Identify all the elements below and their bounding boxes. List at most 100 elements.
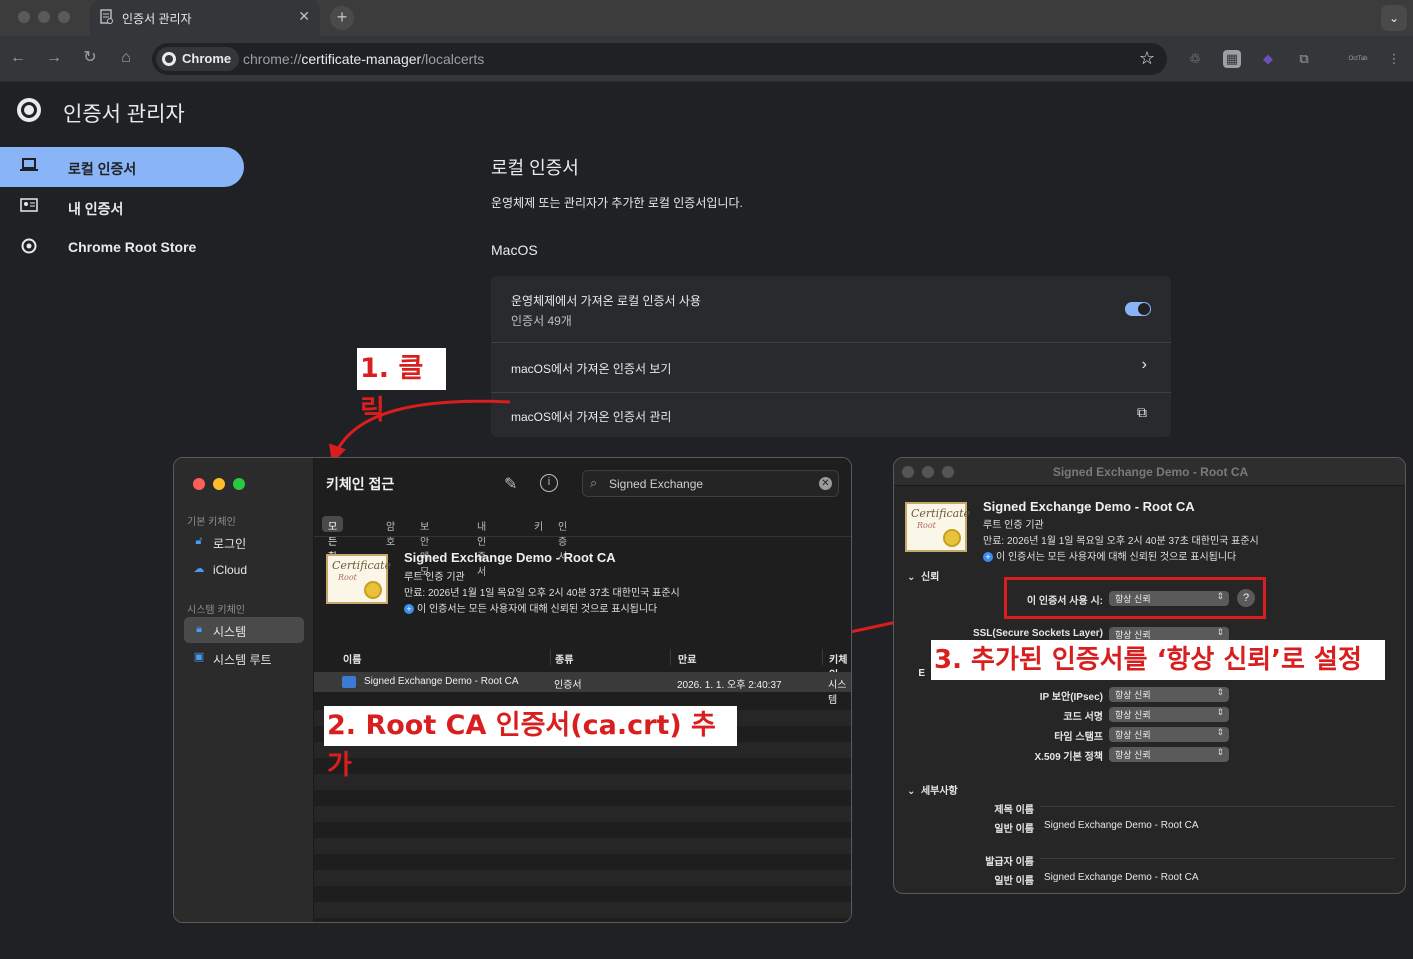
column-separator [670,649,671,665]
reload-icon[interactable]: ↻ [80,48,100,68]
subject-name-label: 제목 이름 [994,805,1034,816]
nav-my-certs[interactable]: 내 인증서 [0,187,244,227]
use-os-certs-row[interactable]: 운영체제에서 가져온 로컬 인증서 사용 인증서 49개 [491,276,1171,342]
keychain-items-table: 이름 종류 만료 키체인 Signed Exchange Demo - Root… [314,646,851,922]
url-text[interactable]: chrome://certificate-manager/localcerts [243,51,484,67]
policy-ipsec-popup[interactable]: 항상 신뢰 ⇕ [1109,687,1229,702]
extension-recycle-icon[interactable]: ♲ [1186,50,1204,68]
nav-chrome-root-store[interactable]: Chrome Root Store [0,227,244,267]
tab-close-icon[interactable]: ✕ [298,8,310,25]
sidebar-item-login[interactable]: 🔓︎ 로그인 [184,529,304,555]
tab-secure-notes[interactable]: 보안 메모 [414,516,435,578]
tab-title: 인증서 관리자 [122,12,192,26]
table-row[interactable]: Signed Exchange Demo - Root CA 인증서 2026.… [314,672,851,706]
detail-cert-expiry: 만료: 2026년 1월 1일 목요일 오후 2시 40분 37초 대한민국 표… [983,536,1259,547]
use-os-certs-toggle[interactable] [1125,302,1151,316]
annotation-step2: 2. Root CA 인증서(ca.crt) 추가 [324,706,737,781]
section-description: 운영체제 또는 관리자가 추가한 로컬 인증서입니다. [491,196,743,210]
keychain-main-pane: 키체인 접근 ✎ i ⌕ Signed Exchange ✕ 모든 항목 암호 … [314,458,851,922]
plus-badge-icon: + [983,552,993,562]
column-header-kind[interactable]: 종류 [555,651,573,666]
extension-shield-icon[interactable]: ◆ [1259,50,1277,68]
back-icon[interactable]: ← [8,48,28,68]
padlock-box-icon: ▣ [193,651,205,663]
laptop-icon [20,158,38,176]
tab-certificates[interactable]: 인증서 [552,516,573,563]
chrome-icon [20,238,38,256]
home-icon[interactable]: ⌂ [116,48,136,68]
chevron-right-icon: › [1141,356,1147,373]
kebab-menu-icon[interactable]: ⋮ [1385,50,1403,68]
detail-cert-name: Signed Exchange Demo - Root CA [983,499,1195,514]
manage-macos-certs-row[interactable]: macOS에서 가져온 인증서 관리 ⧉ [491,392,1171,437]
window-close-button[interactable] [18,11,30,23]
sidebar-item-label: iCloud [213,563,248,577]
certificate-icon: Certificate Root [905,502,970,552]
cell-expires: 2026. 1. 1. 오후 2:40:37 [677,680,782,691]
trust-section-toggle[interactable]: ⌄ 신뢰 [907,568,939,583]
address-bar[interactable]: Chrome chrome://certificate-manager/loca… [152,43,1167,75]
site-info-chip[interactable]: Chrome [156,47,240,71]
table-stripe [314,838,851,854]
tab-my-certificates[interactable]: 내 인증서 [471,516,492,578]
unlocked-padlock-icon: 🔓︎ [195,535,203,547]
nav-label: 로컬 인증서 [68,161,137,177]
keychain-sidebar: 기본 키체인 🔓︎ 로그인 ☁︎ iCloud 시스템 키체인 🔒︎ 시스템 ▣… [174,458,314,922]
detail-window-title: Signed Exchange Demo - Root CA [1052,465,1249,479]
tab-search-button[interactable]: ⌄ [1381,5,1407,31]
view-macos-certs-row[interactable]: macOS에서 가져온 인증서 보기 › [491,342,1171,392]
clear-search-icon[interactable]: ✕ [819,477,832,490]
details-section-toggle[interactable]: ⌄ 세부사항 [907,782,958,797]
tab-keys[interactable]: 키 [528,516,549,533]
sidebar-section-system: 시스템 키체인 [187,605,245,616]
sidebar-item-system-roots[interactable]: ▣ 시스템 루트 [184,645,304,671]
sidebar-section-default: 기본 키체인 [187,517,236,528]
policy-codesign-popup[interactable]: 항상 신뢰 ⇕ [1109,707,1229,722]
issuer-cn-label: 일반 이름 [994,876,1034,887]
keychain-search-field[interactable]: ⌕ Signed Exchange ✕ [582,470,839,497]
compose-icon[interactable]: ✎ [504,474,517,494]
nav-local-certs[interactable]: 로컬 인증서 [0,147,244,187]
subject-cn-label: 일반 이름 [994,824,1034,835]
table-stripe [314,806,851,822]
policy-timestamp-label: 타임 스탬프 [1054,732,1103,743]
certificate-icon: Certificate Root [326,554,391,604]
window-zoom-button[interactable] [58,11,70,23]
window-minimize-button[interactable] [38,11,50,23]
profile-label[interactable]: OctTab [1344,50,1372,68]
forward-icon[interactable]: → [44,48,64,68]
subject-cn-value: Signed Exchange Demo - Root CA [1044,820,1199,831]
browser-toolbar: ← → ↻ ⌂ Chrome chrome://certificate-mana… [0,36,1413,82]
row-title: 운영체제에서 가져온 로컬 인증서 사용 [511,294,701,308]
column-header-name[interactable]: 이름 [343,651,361,666]
nav-label: 내 인증서 [68,201,124,217]
sidebar-item-system[interactable]: 🔒︎ 시스템 [184,617,304,643]
sidebar-item-icloud[interactable]: ☁︎ iCloud [184,557,304,583]
divider [1040,858,1395,859]
padlock-icon: 🔒︎ [196,623,202,635]
policy-timestamp-popup[interactable]: 항상 신뢰 ⇕ [1109,727,1229,742]
policy-x509-popup[interactable]: 항상 신뢰 ⇕ [1109,747,1229,762]
window-zoom-button[interactable] [233,478,245,490]
info-icon[interactable]: i [540,474,558,492]
macos-settings-card: 운영체제에서 가져온 로컬 인증서 사용 인증서 49개 macOS에서 가져온… [491,276,1171,437]
browser-tab[interactable]: 인증서 관리자 ✕ [90,0,320,36]
policy-ssl-label: SSL(Secure Sockets Layer) [972,628,1103,639]
id-card-icon [20,198,38,216]
column-header-expires[interactable]: 만료 [678,651,696,666]
column-separator [550,649,551,665]
qr-code-icon[interactable]: ▦ [1223,50,1241,68]
issuer-cn-value: Signed Exchange Demo - Root CA [1044,872,1199,883]
table-stripe [314,902,851,918]
chip-label: Chrome [182,51,232,66]
tab-passwords[interactable]: 암호 [380,516,401,548]
tab-all-items[interactable]: 모든 항목 [322,516,344,578]
window-close-button[interactable] [193,478,205,490]
chrome-icon [162,52,176,66]
policy-x509-label: X.509 기본 정책 [1034,752,1104,763]
new-tab-button[interactable]: + [330,6,354,30]
extensions-puzzle-icon[interactable]: ⧉ [1295,50,1313,68]
window-minimize-button[interactable] [213,478,225,490]
detail-titlebar: Signed Exchange Demo - Root CA [894,458,1405,486]
bookmark-star-icon[interactable]: ☆ [1139,48,1155,69]
